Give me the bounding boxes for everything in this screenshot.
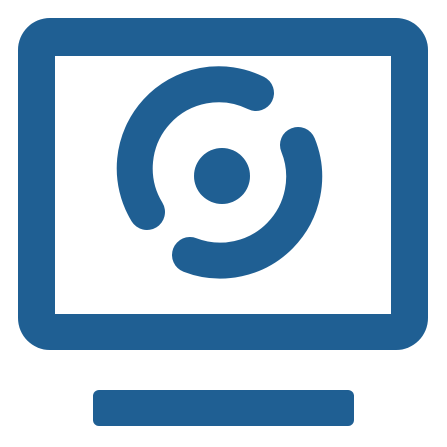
monitor-with-disc-icon (18, 18, 428, 426)
icon-canvas (0, 0, 447, 447)
monitor-stand (93, 390, 354, 426)
disc-center-dot (194, 148, 250, 204)
